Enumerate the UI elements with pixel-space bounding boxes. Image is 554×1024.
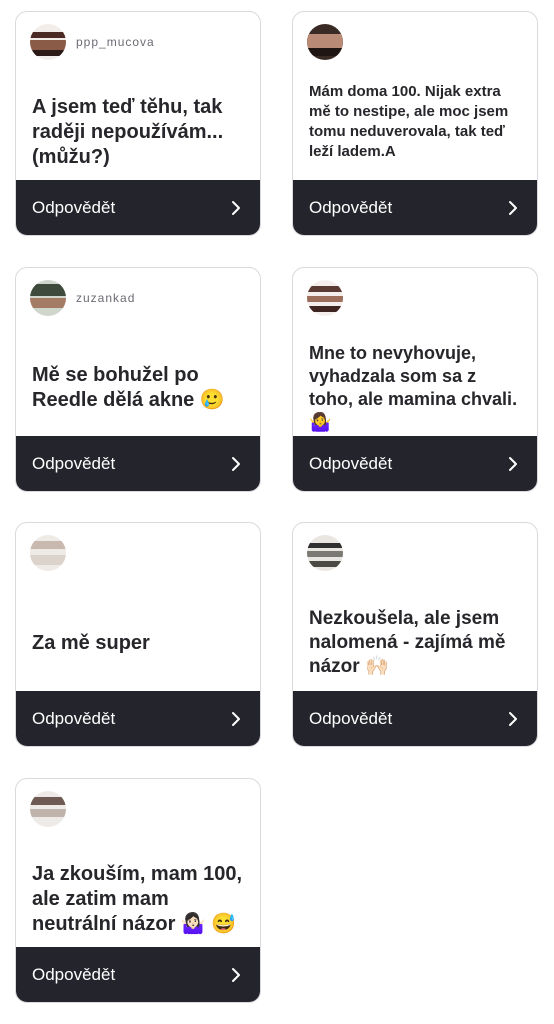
answer-text: Za mě super	[32, 631, 150, 654]
answer-card: zuzankad Mě se bohužel po Reedle dělá ak…	[15, 267, 261, 492]
answer-card: Za mě super Odpovědět	[15, 522, 261, 747]
reply-button[interactable]: Odpovědět	[16, 436, 260, 491]
answer-card: Ja zkouším, mam 100, ale zatim mam neutr…	[15, 778, 261, 1003]
reply-button[interactable]: Odpovědět	[16, 180, 260, 235]
avatar	[30, 24, 66, 60]
reply-label: Odpovědět	[32, 964, 116, 984]
answer-text: Ja zkouším, mam 100, ale zatim mam neutr…	[32, 862, 243, 935]
answer-text: Nezkoušela, ale jsem nalomená - zajímá m…	[309, 608, 506, 677]
avatar	[307, 535, 343, 571]
card-header	[307, 280, 523, 318]
chevron-right-icon	[509, 711, 517, 726]
reply-label: Odpovědět	[32, 453, 116, 473]
answer-card: Mám doma 100. Nijak extra mě to nestipe,…	[292, 11, 538, 236]
answer-text: Mne to nevyhovuje, vyhadzala som sa z to…	[309, 343, 518, 432]
card-header	[307, 535, 523, 573]
avatar	[30, 791, 66, 827]
username: zuzankad	[76, 291, 136, 305]
avatar	[307, 280, 343, 316]
answer-card: ppp_mucova A jsem teď těhu, tak raději n…	[15, 11, 261, 236]
reply-label: Odpovědět	[309, 453, 393, 473]
chevron-right-icon	[509, 456, 517, 471]
card-header: ppp_mucova	[30, 24, 246, 62]
card-header	[307, 24, 523, 62]
answers-grid: ppp_mucova A jsem teď těhu, tak raději n…	[0, 0, 554, 1024]
answer-card: Nezkoušela, ale jsem nalomená - zajímá m…	[292, 522, 538, 747]
answer-text: A jsem teď těhu, tak raději nepoužívám..…	[32, 95, 224, 168]
reply-label: Odpovědět	[32, 708, 116, 728]
card-header	[30, 535, 246, 573]
answer-text: Mě se bohužel po Reedle dělá akne 🥲	[32, 364, 225, 411]
reply-label: Odpovědět	[309, 708, 393, 728]
reply-button[interactable]: Odpovědět	[293, 436, 537, 491]
reply-label: Odpovědět	[309, 197, 393, 217]
reply-button[interactable]: Odpovědět	[16, 947, 260, 1002]
avatar	[307, 24, 343, 60]
reply-button[interactable]: Odpovědět	[293, 180, 537, 235]
card-header: zuzankad	[30, 280, 246, 318]
reply-label: Odpovědět	[32, 197, 116, 217]
chevron-right-icon	[232, 200, 240, 215]
chevron-right-icon	[232, 456, 240, 471]
answer-text: Mám doma 100. Nijak extra mě to nestipe,…	[309, 83, 509, 160]
card-header	[30, 791, 246, 829]
avatar	[30, 280, 66, 316]
username: ppp_mucova	[76, 35, 155, 49]
chevron-right-icon	[232, 967, 240, 982]
reply-button[interactable]: Odpovědět	[16, 691, 260, 746]
avatar	[30, 535, 66, 571]
reply-button[interactable]: Odpovědět	[293, 691, 537, 746]
chevron-right-icon	[509, 200, 517, 215]
answer-card: Mne to nevyhovuje, vyhadzala som sa z to…	[292, 267, 538, 492]
chevron-right-icon	[232, 711, 240, 726]
